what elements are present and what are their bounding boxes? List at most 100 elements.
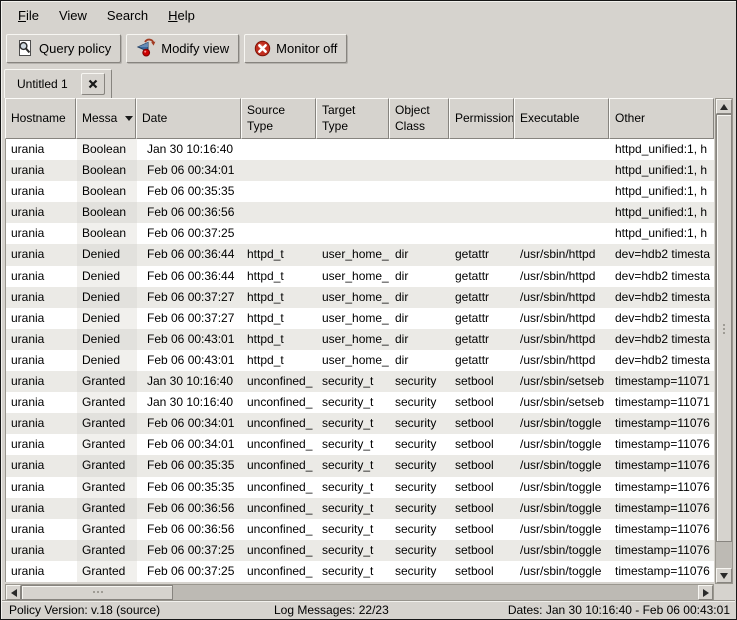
cell-object-class: dir bbox=[390, 266, 450, 287]
column-header-source-type[interactable]: Source Type bbox=[241, 98, 316, 139]
cell-message: Denied bbox=[77, 244, 137, 265]
cell-other: timestamp=11071 bbox=[610, 371, 714, 392]
cell-other: timestamp=11076 bbox=[610, 498, 714, 519]
table-row[interactable]: uraniaGrantedFeb 06 00:34:01unconfined_s… bbox=[6, 434, 714, 455]
table-row[interactable]: uraniaBooleanFeb 06 00:37:25httpd_unifie… bbox=[6, 223, 714, 244]
monitor-off-icon bbox=[254, 40, 271, 57]
toolbar: Query policy Modify view bbox=[2, 29, 735, 67]
cell-source-type: unconfined_ bbox=[242, 498, 317, 519]
cell-executable: /usr/sbin/httpd bbox=[515, 287, 610, 308]
column-header-date[interactable]: Date bbox=[136, 98, 241, 139]
column-header-hostname[interactable]: Hostname bbox=[5, 98, 76, 139]
table-row[interactable]: uraniaBooleanFeb 06 00:34:01httpd_unifie… bbox=[6, 160, 714, 181]
cell-message: Granted bbox=[77, 371, 137, 392]
table-row[interactable]: uraniaGrantedFeb 06 00:37:25unconfined_s… bbox=[6, 561, 714, 582]
column-header-target-type[interactable]: Target Type bbox=[316, 98, 389, 139]
cell-target-type: user_home_ bbox=[317, 266, 390, 287]
cell-object-class: dir bbox=[390, 287, 450, 308]
cell-source-type: unconfined_ bbox=[242, 477, 317, 498]
menubar: File View Search Help bbox=[2, 2, 735, 28]
tab-untitled-1[interactable]: Untitled 1 bbox=[4, 69, 112, 98]
cell-object-class: security bbox=[390, 371, 450, 392]
cell-target-type: security_t bbox=[317, 561, 390, 582]
cell-permission: setbool bbox=[450, 519, 515, 540]
cell-message: Boolean bbox=[77, 223, 137, 244]
menu-help[interactable]: Help bbox=[158, 4, 205, 27]
table-row[interactable]: uraniaDeniedFeb 06 00:37:27httpd_tuser_h… bbox=[6, 287, 714, 308]
query-policy-button[interactable]: Query policy bbox=[6, 34, 121, 63]
scroll-left-button[interactable] bbox=[6, 585, 21, 600]
table-row[interactable]: uraniaDeniedFeb 06 00:36:44httpd_tuser_h… bbox=[6, 244, 714, 265]
cell-permission: getattr bbox=[450, 287, 515, 308]
cell-target-type: security_t bbox=[317, 519, 390, 540]
menu-view[interactable]: View bbox=[49, 4, 97, 27]
cell-hostname: urania bbox=[6, 477, 77, 498]
cell-hostname: urania bbox=[6, 434, 77, 455]
cell-executable: /usr/sbin/toggle bbox=[515, 561, 610, 582]
table-row[interactable]: uraniaGrantedJan 30 10:16:40unconfined_s… bbox=[6, 392, 714, 413]
table-row[interactable]: uraniaGrantedFeb 06 00:34:01unconfined_s… bbox=[6, 413, 714, 434]
scroll-down-button[interactable] bbox=[716, 568, 732, 583]
table-row[interactable]: uraniaBooleanJan 30 10:16:40httpd_unifie… bbox=[6, 139, 714, 160]
scroll-up-button[interactable] bbox=[716, 99, 732, 114]
vertical-scrollbar[interactable] bbox=[715, 98, 733, 584]
table-row[interactable]: uraniaGrantedFeb 06 00:36:56unconfined_s… bbox=[6, 519, 714, 540]
cell-other: dev=hdb2 timesta bbox=[610, 329, 714, 350]
table-row[interactable]: uraniaDeniedFeb 06 00:43:01httpd_tuser_h… bbox=[6, 350, 714, 371]
modify-view-button[interactable]: Modify view bbox=[126, 34, 239, 63]
cell-date: Jan 30 10:16:40 bbox=[137, 371, 242, 392]
cell-source-type: unconfined_ bbox=[242, 519, 317, 540]
table-row[interactable]: uraniaGrantedFeb 06 00:35:35unconfined_s… bbox=[6, 477, 714, 498]
vertical-scrollbar-thumb[interactable] bbox=[716, 114, 732, 542]
cell-object-class: security bbox=[390, 498, 450, 519]
cell-permission bbox=[450, 181, 515, 202]
table-row[interactable]: uraniaGrantedFeb 06 00:36:56unconfined_s… bbox=[6, 498, 714, 519]
table-row[interactable]: uraniaGrantedFeb 06 00:37:25unconfined_s… bbox=[6, 540, 714, 561]
table-row[interactable]: uraniaBooleanFeb 06 00:36:56httpd_unifie… bbox=[6, 202, 714, 223]
horizontal-scrollbar[interactable] bbox=[5, 584, 714, 601]
cell-other: dev=hdb2 timesta bbox=[610, 350, 714, 371]
cell-message: Denied bbox=[77, 329, 137, 350]
cell-message: Boolean bbox=[77, 202, 137, 223]
column-header-permission[interactable]: Permission bbox=[449, 98, 514, 139]
cell-executable bbox=[515, 202, 610, 223]
tab-close-button[interactable] bbox=[81, 73, 105, 95]
table-row[interactable]: uraniaBooleanFeb 06 00:35:35httpd_unifie… bbox=[6, 181, 714, 202]
cell-date: Feb 06 00:36:44 bbox=[137, 266, 242, 287]
cell-permission: getattr bbox=[450, 308, 515, 329]
cell-permission: setbool bbox=[450, 413, 515, 434]
cell-other: timestamp=11076 bbox=[610, 561, 714, 582]
table-row[interactable]: uraniaDeniedFeb 06 00:36:44httpd_tuser_h… bbox=[6, 266, 714, 287]
cell-source-type: httpd_t bbox=[242, 244, 317, 265]
cell-other: timestamp=11076 bbox=[610, 540, 714, 561]
table-row[interactable]: uraniaGrantedFeb 06 00:35:35unconfined_s… bbox=[6, 455, 714, 476]
cell-executable: /usr/sbin/toggle bbox=[515, 498, 610, 519]
table-row[interactable]: uraniaDeniedFeb 06 00:37:27httpd_tuser_h… bbox=[6, 308, 714, 329]
column-header-message[interactable]: Messa bbox=[76, 98, 136, 139]
table-row[interactable]: uraniaGrantedJan 30 10:16:40unconfined_s… bbox=[6, 371, 714, 392]
cell-message: Denied bbox=[77, 266, 137, 287]
column-header-object-class[interactable]: Object Class bbox=[389, 98, 449, 139]
cell-hostname: urania bbox=[6, 561, 77, 582]
cell-other: httpd_unified:1, h bbox=[610, 181, 714, 202]
cell-permission: getattr bbox=[450, 244, 515, 265]
menu-search[interactable]: Search bbox=[97, 4, 158, 27]
cell-permission bbox=[450, 223, 515, 244]
cell-hostname: urania bbox=[6, 519, 77, 540]
cell-date: Feb 06 00:34:01 bbox=[137, 160, 242, 181]
monitor-off-button[interactable]: Monitor off bbox=[244, 34, 347, 63]
cell-object-class bbox=[390, 160, 450, 181]
scroll-right-button[interactable] bbox=[698, 585, 713, 600]
cell-source-type bbox=[242, 160, 317, 181]
cell-permission bbox=[450, 202, 515, 223]
horizontal-scrollbar-thumb[interactable] bbox=[21, 585, 173, 600]
cell-object-class: dir bbox=[390, 308, 450, 329]
column-header-executable[interactable]: Executable bbox=[514, 98, 609, 139]
cell-date: Feb 06 00:36:44 bbox=[137, 244, 242, 265]
cell-other: dev=hdb2 timesta bbox=[610, 266, 714, 287]
menu-file[interactable]: File bbox=[8, 4, 49, 27]
cell-permission: setbool bbox=[450, 498, 515, 519]
column-header-other[interactable]: Other bbox=[609, 98, 714, 139]
table-row[interactable]: uraniaDeniedFeb 06 00:43:01httpd_tuser_h… bbox=[6, 329, 714, 350]
cell-object-class bbox=[390, 202, 450, 223]
